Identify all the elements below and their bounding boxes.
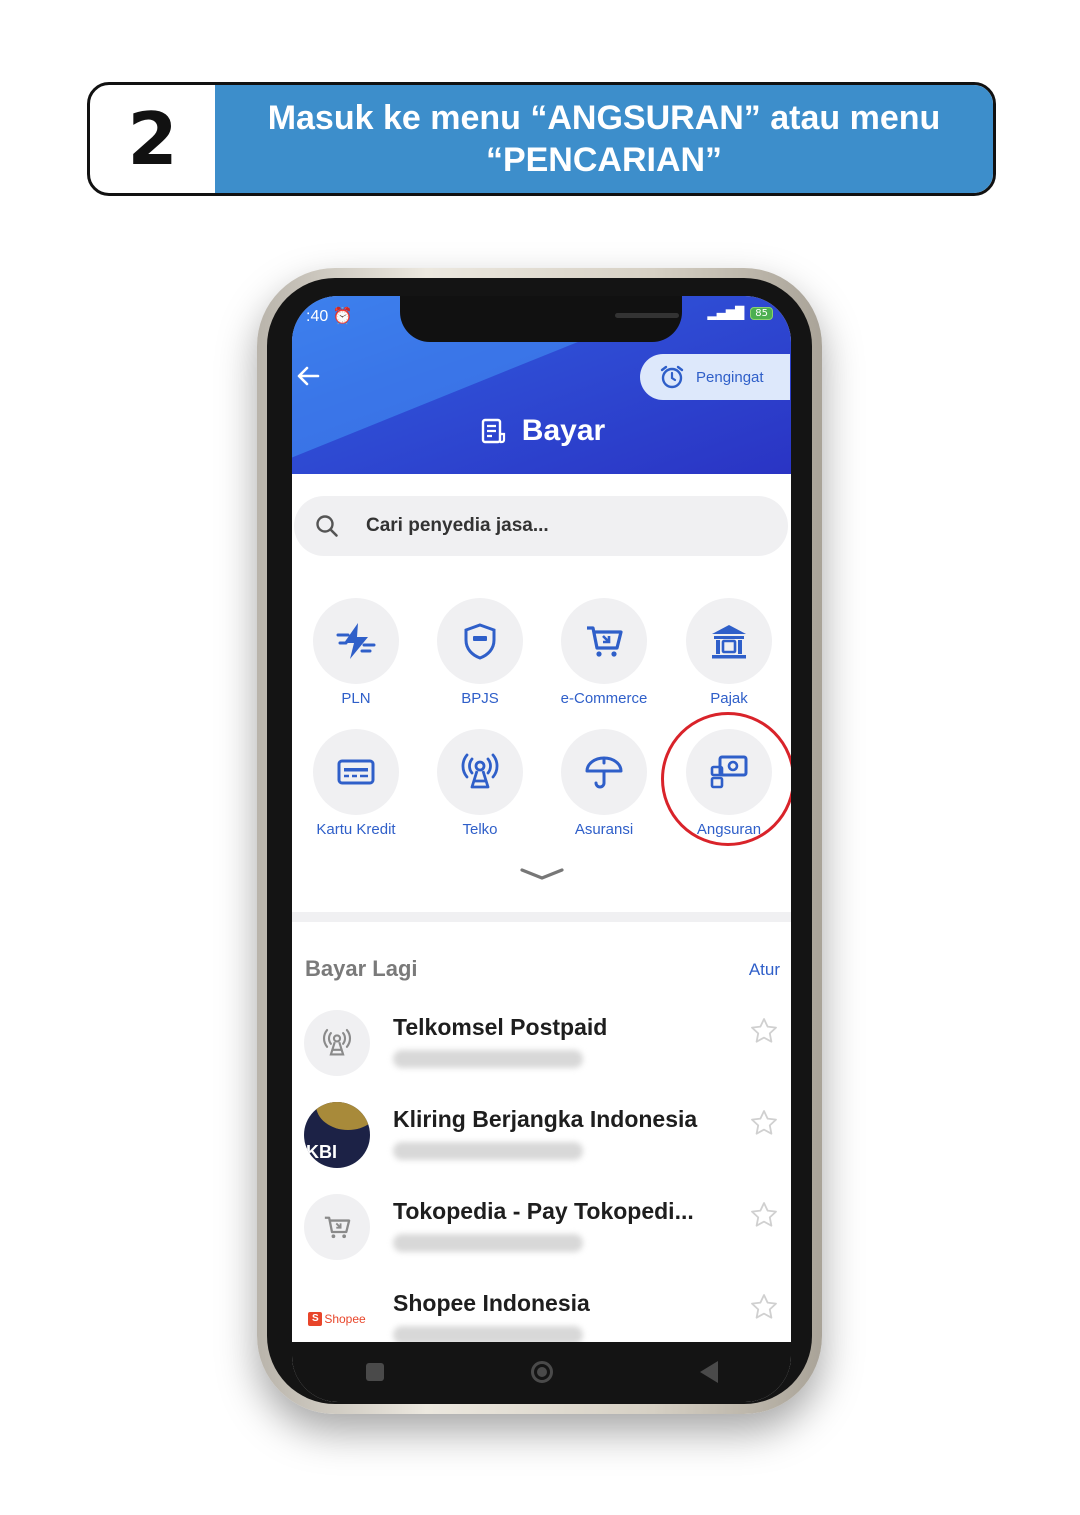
tower-icon (461, 753, 499, 789)
step-instruction: Masuk ke menu “ANGSURAN” atau menu “PENC… (215, 85, 993, 193)
list-item[interactable]: Tokopedia - Pay Tokopedi... (292, 1194, 791, 1286)
star-icon (751, 1202, 777, 1227)
header: :40 ⏰ ▂▄▆█ 85 Pengingat Bayar (292, 296, 791, 474)
expand-button[interactable] (520, 866, 564, 886)
step-banner: 2 Masuk ke menu “ANGSURAN” atau menu “PE… (87, 82, 996, 196)
category-label: Kartu Kredit (316, 821, 396, 838)
category-bpjs[interactable]: BPJS (420, 598, 540, 707)
item-name: Tokopedia - Pay Tokopedi... (393, 1198, 694, 1224)
category-pajak[interactable]: Pajak (669, 598, 789, 707)
category-pln[interactable]: PLN (296, 598, 416, 707)
category-label: Asuransi (574, 821, 634, 838)
section-title: Bayar Lagi (305, 956, 418, 981)
cart-icon (324, 1216, 351, 1239)
bank-icon (712, 625, 746, 659)
status-time: :40 ⏰ (306, 306, 353, 326)
shopee-logo-text: Shopee (324, 1312, 366, 1326)
step-number: 2 (127, 97, 178, 181)
category-asuransi-icon-wrap (561, 729, 647, 815)
category-kartu-kredit[interactable]: Kartu Kredit (296, 729, 416, 838)
page-title-text: Bayar (521, 414, 606, 447)
favorite-button[interactable] (749, 1016, 779, 1050)
favorite-button[interactable] (749, 1108, 779, 1142)
step-instruction-line1: Masuk ke menu “ANGSURAN” atau menu (267, 99, 941, 137)
avatar (304, 1194, 370, 1260)
item-name: Kliring Berjangka Indonesia (393, 1106, 698, 1132)
star-icon (751, 1110, 777, 1135)
category-label: Telko (462, 821, 498, 838)
category-pln-icon-wrap (313, 598, 399, 684)
step-instruction-line2: “PENCARIAN” (485, 141, 723, 179)
reminder-button[interactable]: Pengingat (640, 354, 790, 400)
search-bar[interactable]: Cari penyedia jasa... (294, 496, 788, 556)
category-label: e-Commerce (560, 690, 648, 707)
avatar (304, 1010, 370, 1076)
favorite-button[interactable] (749, 1292, 779, 1326)
category-telko-icon-wrap (437, 729, 523, 815)
category-label: PLN (341, 690, 371, 707)
item-name: Shopee Indonesia (393, 1290, 590, 1316)
chevron-down-icon (520, 868, 564, 880)
lightning-icon (336, 623, 376, 659)
phone-screen: :40 ⏰ ▂▄▆█ 85 Pengingat Bayar Cari penye… (292, 296, 791, 1402)
recent-apps-button[interactable] (365, 1363, 384, 1381)
notch (400, 296, 682, 342)
shopee-bag-icon: S (308, 1312, 323, 1326)
umbrella-icon (585, 756, 623, 789)
signal-icon: ▂▄▆█ (707, 306, 745, 320)
item-number-blurred (393, 1234, 583, 1252)
atur-link[interactable]: Atur (749, 960, 780, 980)
item-number-blurred (393, 1050, 583, 1068)
alarm-status-icon: ⏰ (332, 308, 353, 325)
category-asuransi[interactable]: Asuransi (544, 729, 664, 838)
favorite-button[interactable] (749, 1200, 779, 1234)
tower-icon (323, 1028, 351, 1056)
alarm-clock-icon (660, 365, 684, 389)
arrow-left-icon (297, 366, 320, 386)
search-icon (316, 515, 338, 537)
category-bpjs-icon-wrap (437, 598, 523, 684)
status-time-text: :40 (306, 308, 329, 325)
star-icon (751, 1294, 777, 1319)
shield-icon (464, 623, 496, 660)
category-label: BPJS (461, 690, 499, 707)
kbi-logo: KBI (304, 1102, 370, 1168)
star-icon (751, 1018, 777, 1043)
list-item[interactable]: Telkomsel Postpaid (292, 1010, 791, 1102)
category-telko[interactable]: Telko (420, 729, 540, 838)
highlight-circle (661, 712, 791, 846)
battery-icon: 85 (750, 306, 773, 320)
page-title: Bayar (292, 414, 791, 448)
list-item[interactable]: KBI Kliring Berjangka Indonesia (292, 1102, 791, 1194)
reminder-label: Pengingat (696, 368, 764, 386)
category-pajak-icon-wrap (686, 598, 772, 684)
status-icons: ▂▄▆█ 85 (707, 306, 773, 320)
credit-card-icon (337, 759, 375, 785)
search-input[interactable]: Cari penyedia jasa... (366, 515, 549, 537)
receipt-icon (481, 418, 505, 444)
item-number-blurred (393, 1142, 583, 1160)
home-button[interactable] (530, 1361, 553, 1383)
back-button[interactable] (294, 362, 326, 394)
item-name: Telkomsel Postpaid (393, 1014, 608, 1040)
shopee-logo: S Shopee (308, 1312, 366, 1326)
category-ecommerce-icon-wrap (561, 598, 647, 684)
section-divider (292, 912, 791, 922)
system-nav-bar (292, 1342, 791, 1402)
category-label: Pajak (710, 690, 748, 707)
category-ecommerce[interactable]: e-Commerce (544, 598, 664, 707)
avatar: KBI (304, 1102, 370, 1168)
kbi-logo-text: KBI (306, 1142, 337, 1162)
cart-icon (587, 626, 623, 657)
system-back-button[interactable] (699, 1361, 718, 1383)
category-kartu-kredit-icon-wrap (313, 729, 399, 815)
